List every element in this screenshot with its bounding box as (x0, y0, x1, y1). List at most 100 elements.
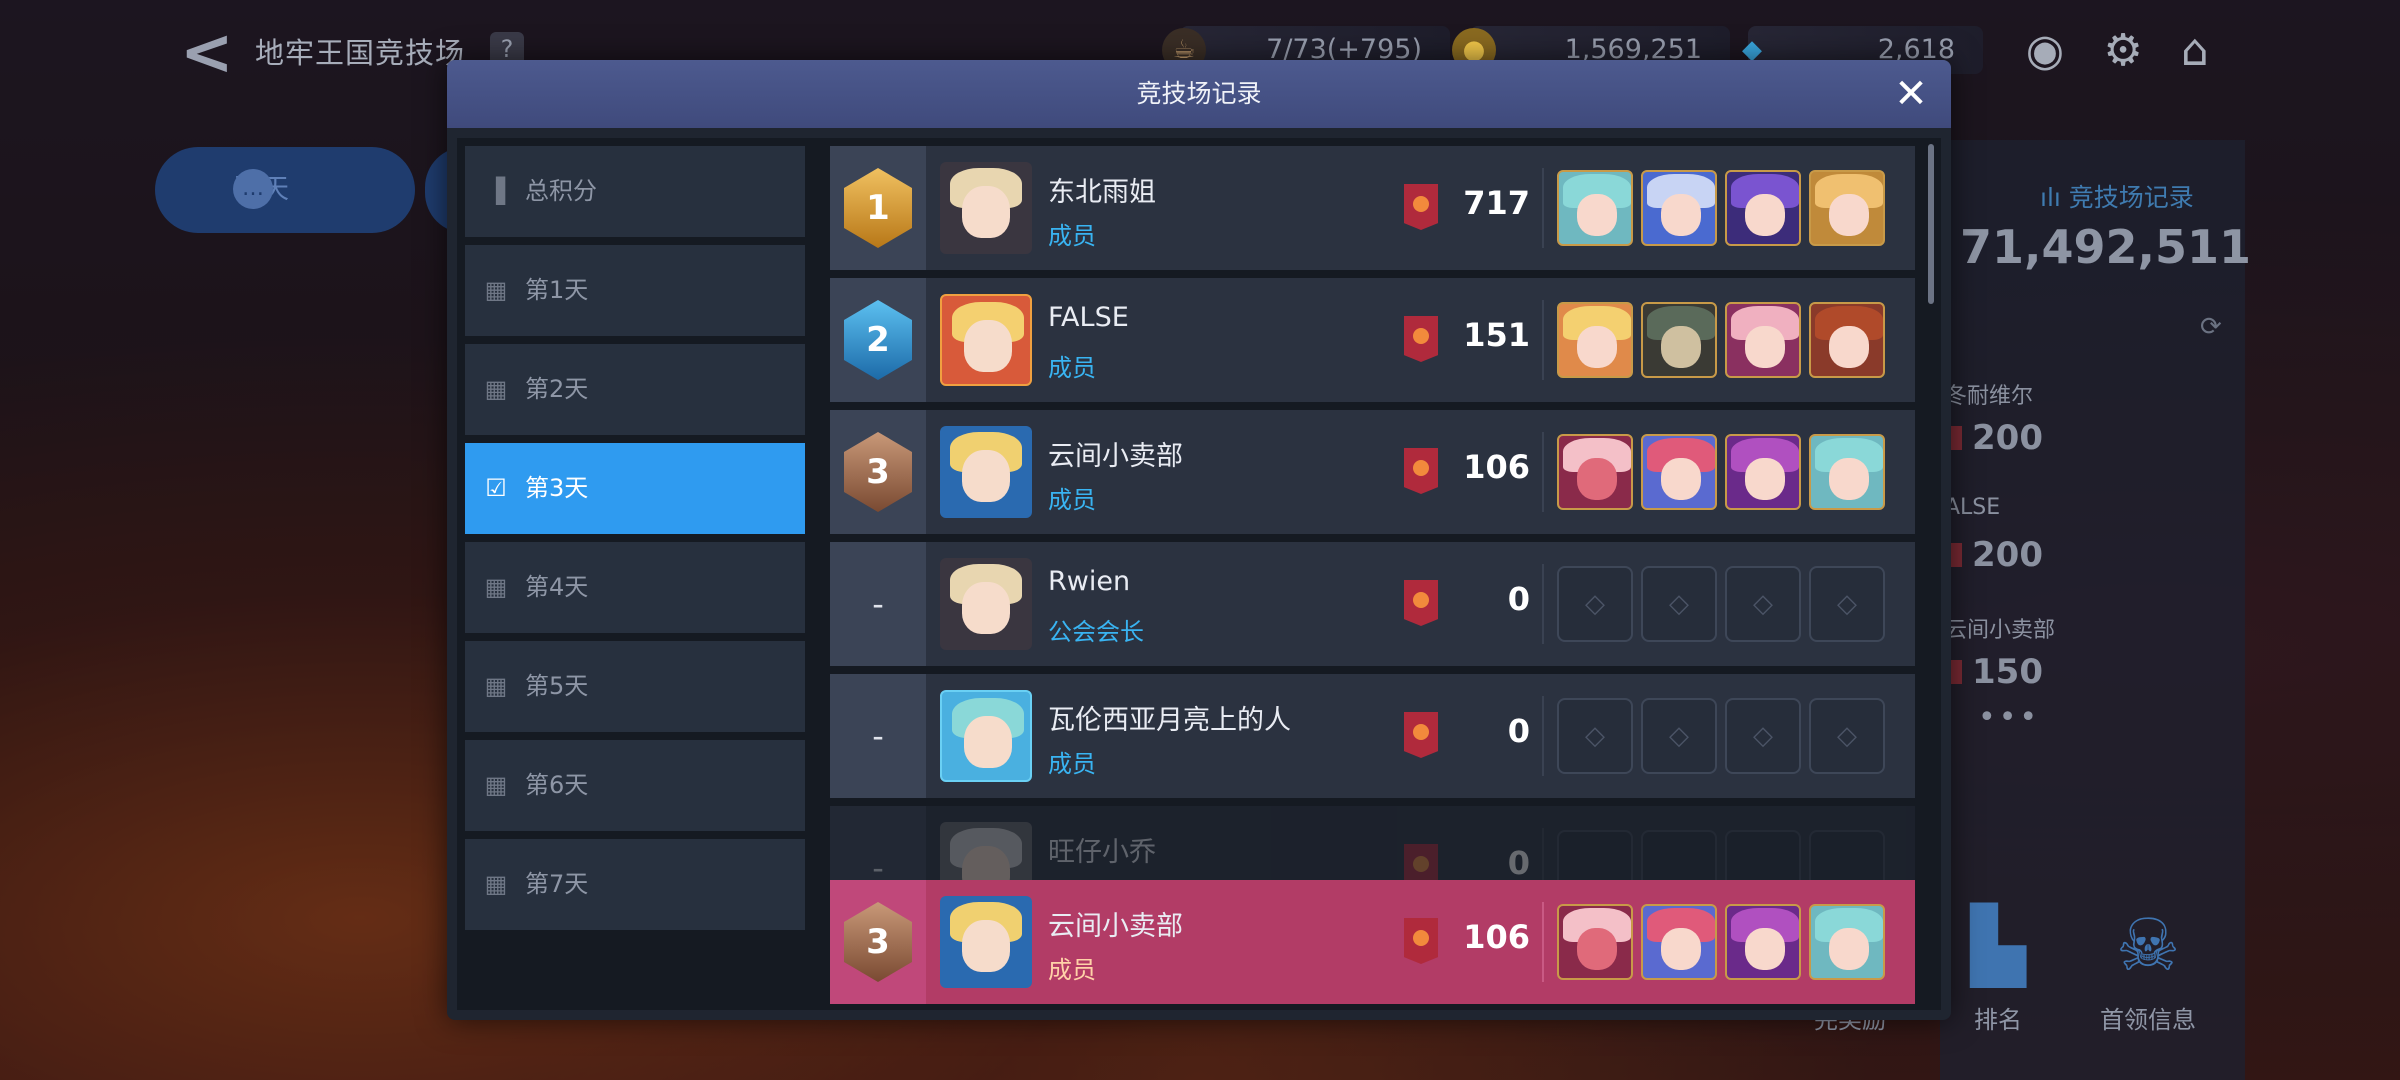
hero-team (1557, 302, 1907, 378)
member-role: 成员 (1048, 750, 1096, 778)
empty-hero-slot: ◇ (1557, 698, 1633, 774)
hero-portrait[interactable] (1557, 434, 1633, 510)
bar-chart-icon: ▐ (486, 177, 506, 205)
boss-info-nav-button[interactable]: ☠ 首领信息 (2073, 900, 2223, 1035)
tab-day-6[interactable]: ▦ 第6天 (465, 740, 805, 831)
member-role: 成员 (1048, 486, 1096, 514)
panel-entry-value: 200 (1946, 418, 2043, 458)
member-role: 成员 (1048, 354, 1096, 382)
member-name: 东北雨姐 (1048, 177, 1156, 208)
member-row[interactable]: - Rwien 公会会长 0 ◇ ◇ ◇ ◇ (830, 542, 1915, 666)
rank-medal: 2 (844, 300, 912, 380)
chat-button[interactable]: … 聊天 (155, 147, 415, 233)
empty-hero-slot: ◇ (1725, 698, 1801, 774)
arena-record-link-label: 竞技场记录 (2068, 183, 2194, 212)
member-row[interactable]: 3 云间小卖部 成员 106 (830, 410, 1915, 534)
hero-team (1557, 434, 1907, 510)
member-row[interactable]: 1 东北雨姐 成员 717 (830, 146, 1915, 270)
bar-chart-icon: ılı (2040, 183, 2069, 212)
hero-team: ◇ ◇ ◇ ◇ (1557, 698, 1907, 774)
rank-cell: 1 (830, 146, 926, 270)
calendar-icon: ▦ (484, 771, 508, 799)
member-role: 公会会长 (1048, 618, 1144, 646)
rank-cell: 2 (830, 278, 926, 402)
refresh-icon[interactable]: ⟳ (2200, 312, 2222, 342)
member-role: 成员 (1048, 222, 1096, 250)
hero-portrait[interactable] (1641, 170, 1717, 246)
ranking-nav-label: 排名 (1974, 1006, 2022, 1034)
tab-label: 总积分 (525, 177, 597, 205)
tab-day-3[interactable]: ☑ 第3天 (465, 443, 805, 534)
avatar (940, 162, 1032, 254)
tab-total-score[interactable]: ▐ 总积分 (465, 146, 805, 237)
tab-day-7[interactable]: ▦ 第7天 (465, 839, 805, 930)
calendar-icon: ▦ (484, 573, 508, 601)
home-icon[interactable]: ⌂ (2166, 22, 2224, 80)
total-score: 71,492,511 (1960, 220, 2252, 274)
divider (1542, 432, 1544, 512)
empty-hero-slot: ◇ (1641, 566, 1717, 642)
hero-portrait[interactable] (1809, 170, 1885, 246)
hero-portrait[interactable] (1557, 302, 1633, 378)
calendar-icon: ▦ (484, 870, 508, 898)
member-role: 成员 (1048, 956, 1096, 984)
tab-day-1[interactable]: ▦ 第1天 (465, 245, 805, 336)
divider (1542, 902, 1544, 982)
tab-label: 第2天 (525, 375, 589, 403)
hero-portrait[interactable] (1725, 904, 1801, 980)
tab-label: 第3天 (525, 474, 589, 502)
member-row[interactable]: - 瓦伦西亚月亮上的人 成员 0 ◇ ◇ ◇ ◇ (830, 674, 1915, 798)
modal-header: 竞技场记录 (447, 60, 1951, 128)
hero-portrait[interactable] (1725, 302, 1801, 378)
calendar-check-icon: ☑ (485, 474, 507, 502)
boss-icon: ☠ (2115, 903, 2181, 987)
guild-mask-icon[interactable]: ◉ (2016, 22, 2074, 80)
member-score: 151 (1463, 316, 1530, 354)
hero-portrait[interactable] (1641, 904, 1717, 980)
member-row[interactable]: 2 FALSE 成员 151 (830, 278, 1915, 402)
arena-record-link[interactable]: ılı 竞技场记录 (2040, 178, 2194, 214)
hero-portrait[interactable] (1641, 434, 1717, 510)
hero-portrait[interactable] (1557, 170, 1633, 246)
score-badge-icon (1404, 580, 1438, 626)
tab-day-5[interactable]: ▦ 第5天 (465, 641, 805, 732)
arena-record-modal: 竞技场记录 ✕ ▐ 总积分 ▦ 第1天 ▦ 第2天 ☑ 第3天 ▦ 第4天 ▦ … (447, 60, 1951, 1020)
close-icon[interactable]: ✕ (1889, 72, 1933, 116)
rank-cell: 3 (830, 410, 926, 534)
modal-title: 竞技场记录 (1136, 79, 1262, 108)
rank-medal: 1 (844, 168, 912, 248)
hero-portrait[interactable] (1809, 904, 1885, 980)
rank-medal: 3 (844, 432, 912, 512)
hero-portrait[interactable] (1641, 302, 1717, 378)
chat-bubble-icon: … (233, 169, 273, 209)
hero-portrait[interactable] (1725, 434, 1801, 510)
more-dots[interactable]: ••• (1978, 700, 2040, 735)
tab-day-4[interactable]: ▦ 第4天 (465, 542, 805, 633)
panel-entry-value: 200 (1946, 535, 2043, 575)
rank-medal: 3 (844, 902, 912, 982)
tab-label: 第1天 (525, 276, 589, 304)
back-arrow-icon[interactable]: < (180, 18, 240, 88)
avatar (940, 558, 1032, 650)
tab-label: 第6天 (525, 771, 589, 799)
empty-hero-slot: ◇ (1725, 566, 1801, 642)
divider (1542, 168, 1544, 248)
boss-info-nav-label: 首领信息 (2100, 1006, 2196, 1034)
hero-portrait[interactable] (1557, 904, 1633, 980)
list-scrollbar[interactable] (1928, 144, 1934, 304)
member-name: 云间小卖部 (1048, 911, 1183, 942)
member-score-list[interactable]: 1 东北雨姐 成员 717 2 FALSE 成员 151 3 云间小卖部 成员 … (822, 138, 1941, 1010)
divider (1542, 300, 1544, 380)
empty-hero-slot: ◇ (1641, 698, 1717, 774)
member-score: 106 (1463, 448, 1530, 486)
gear-icon[interactable]: ⚙ (2094, 22, 2152, 80)
member-name: 瓦伦西亚月亮上的人 (1048, 705, 1291, 736)
member-name: FALSE (1048, 302, 1129, 333)
my-member-row[interactable]: 3 云间小卖部 成员 106 (830, 880, 1915, 1004)
score-badge-icon (1404, 712, 1438, 758)
hero-portrait[interactable] (1809, 302, 1885, 378)
hero-portrait[interactable] (1809, 434, 1885, 510)
tab-label: 第7天 (525, 870, 589, 898)
hero-portrait[interactable] (1725, 170, 1801, 246)
tab-day-2[interactable]: ▦ 第2天 (465, 344, 805, 435)
